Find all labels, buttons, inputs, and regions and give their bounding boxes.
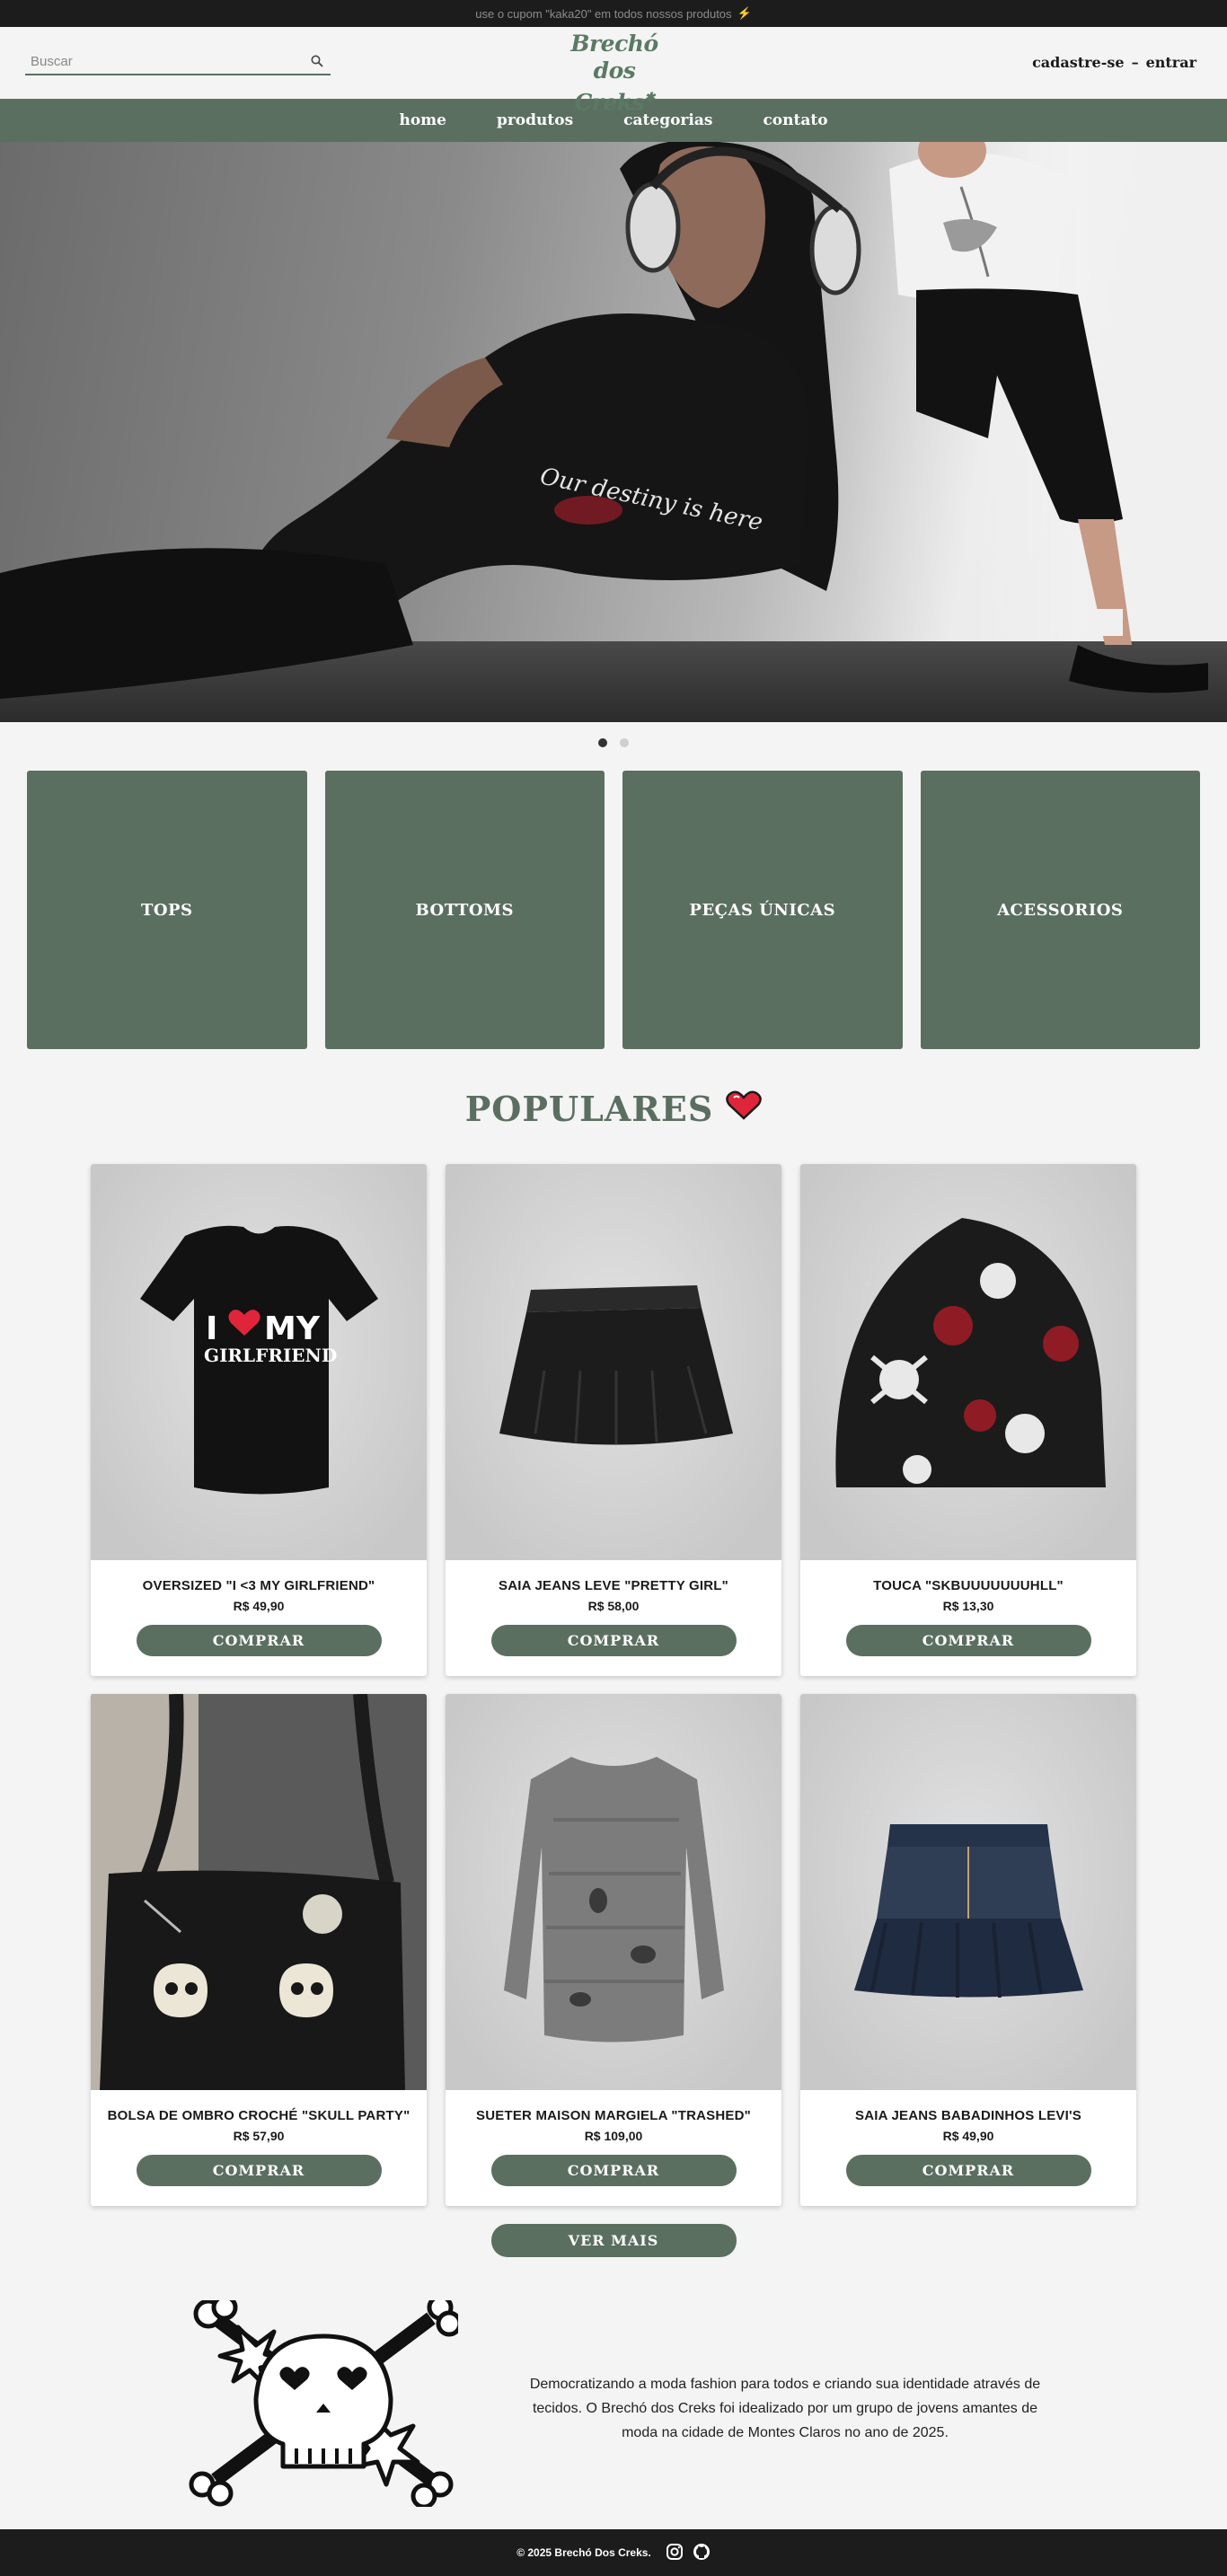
carousel-dot-2[interactable] <box>620 738 629 747</box>
buy-button[interactable]: COMPRAR <box>136 1625 382 1656</box>
product-image-beanie[interactable] <box>800 1164 1136 1560</box>
account-links: cadastre-se – entrar <box>1032 54 1196 71</box>
heart-icon <box>726 1089 763 1129</box>
tee-print-my: MY <box>264 1310 321 1347</box>
product-name: SAIA JEANS BABADINHOS LEVI'S <box>855 2108 1081 2123</box>
tee-print-girlfriend: GIRLFRIEND <box>204 1345 337 1366</box>
instagram-icon[interactable] <box>666 2543 684 2563</box>
product-price: R$ 49,90 <box>233 1599 285 1613</box>
skull-crossbones-icon <box>189 2300 458 2507</box>
product-card[interactable]: I MY GIRLFRIEND OVERSIZED "I <3 MY GIRLF… <box>91 1164 427 1676</box>
product-card[interactable]: TOUCA "SKBUUUUUUUHLL" R$ 13,30 COMPRAR <box>800 1164 1136 1676</box>
category-acessorios[interactable]: ACESSORIOS <box>920 771 1200 1049</box>
product-name: BOLSA DE OMBRO CROCHÉ "SKULL PARTY" <box>107 2108 410 2123</box>
product-grid: I MY GIRLFRIEND OVERSIZED "I <3 MY GIRLF… <box>91 1164 1136 2206</box>
product-card[interactable]: SAIA JEANS BABADINHOS LEVI'S R$ 49,90 CO… <box>800 1694 1136 2206</box>
announcement-bar: use o cupom "kaka20" em todos nossos pro… <box>0 0 1227 27</box>
product-image-tee[interactable]: I MY GIRLFRIEND <box>91 1164 427 1560</box>
hero-image: Our destiny is here <box>0 142 1208 699</box>
product-name: OVERSIZED "I <3 MY GIRLFRIEND" <box>142 1578 375 1593</box>
product-price: R$ 109,00 <box>584 2129 643 2143</box>
announcement-text: use o cupom "kaka20" em todos nossos pro… <box>475 6 732 21</box>
github-icon[interactable] <box>693 2543 711 2563</box>
search-input[interactable] <box>25 53 304 69</box>
hero-carousel[interactable]: Our destiny is here <box>0 142 1227 722</box>
logo-line1: Brechó <box>570 31 658 57</box>
category-tops[interactable]: TOPS <box>27 771 307 1049</box>
see-more-button[interactable]: VER MAIS <box>490 2224 737 2257</box>
footer: © 2025 Brechó Dos Creks. <box>0 2529 1227 2576</box>
tee-print-i: I <box>206 1310 217 1347</box>
star-icon: ✱ <box>644 91 655 105</box>
product-name: TOUCA "SKBUUUUUUUHLL" <box>873 1578 1064 1593</box>
product-name: SUETER MAISON MARGIELA "TRASHED" <box>476 2108 751 2123</box>
about-section: Democratizando a moda fashion para todos… <box>0 2257 1227 2541</box>
nav-home[interactable]: home <box>399 111 446 129</box>
carousel-dots <box>0 722 1227 763</box>
header: Brechó dos Creks✱ cadastre-se – entrar <box>0 27 1227 115</box>
product-card[interactable]: SAIA JEANS LEVE "PRETTY GIRL" R$ 58,00 C… <box>446 1164 781 1676</box>
account-separator: – <box>1131 54 1139 71</box>
search-bar <box>25 49 331 75</box>
category-pecas-unicas[interactable]: PEÇAS ÚNICAS <box>622 771 903 1049</box>
carousel-dot-1[interactable] <box>598 738 607 747</box>
product-card[interactable]: BOLSA DE OMBRO CROCHÉ "SKULL PARTY" R$ 5… <box>91 1694 427 2206</box>
product-price: R$ 58,00 <box>587 1599 640 1613</box>
login-link[interactable]: entrar <box>1146 54 1196 71</box>
product-image-bag[interactable] <box>91 1694 427 2090</box>
product-image-sweater[interactable] <box>446 1694 781 2090</box>
buy-button[interactable]: COMPRAR <box>490 1625 737 1656</box>
lightning-icon: ⚡ <box>737 6 752 20</box>
category-grid: TOPS BOTTOMS PEÇAS ÚNICAS ACESSORIOS <box>0 763 1227 1049</box>
signup-link[interactable]: cadastre-se <box>1032 54 1125 71</box>
product-image-skirt[interactable] <box>446 1164 781 1560</box>
buy-button[interactable]: COMPRAR <box>845 2155 1091 2186</box>
about-text: Democratizando a moda fashion para todos… <box>529 2377 1041 2440</box>
logo-line2: dos Creks <box>574 57 645 116</box>
buy-button[interactable]: COMPRAR <box>490 2155 737 2186</box>
product-card[interactable]: SUETER MAISON MARGIELA "TRASHED" R$ 109,… <box>446 1694 781 2206</box>
product-price: R$ 49,90 <box>942 2129 994 2143</box>
populares-title: POPULARES <box>464 1088 714 1129</box>
nav-produtos[interactable]: produtos <box>497 111 573 129</box>
search-icon[interactable] <box>304 55 331 67</box>
buy-button[interactable]: COMPRAR <box>845 1625 1091 1656</box>
category-bottoms[interactable]: BOTTOMS <box>324 771 605 1049</box>
populares-heading: POPULARES <box>0 1049 1227 1164</box>
brand-logo[interactable]: Brechó dos Creks✱ <box>568 31 661 115</box>
buy-button[interactable]: COMPRAR <box>136 2155 382 2186</box>
product-image-denim-skirt[interactable] <box>800 1694 1136 2090</box>
nav-contato[interactable]: contato <box>763 111 827 129</box>
copyright: © 2025 Brechó Dos Creks. <box>516 2546 651 2559</box>
product-price: R$ 13,30 <box>942 1599 994 1613</box>
product-name: SAIA JEANS LEVE "PRETTY GIRL" <box>499 1578 728 1593</box>
product-price: R$ 57,90 <box>233 2129 285 2143</box>
